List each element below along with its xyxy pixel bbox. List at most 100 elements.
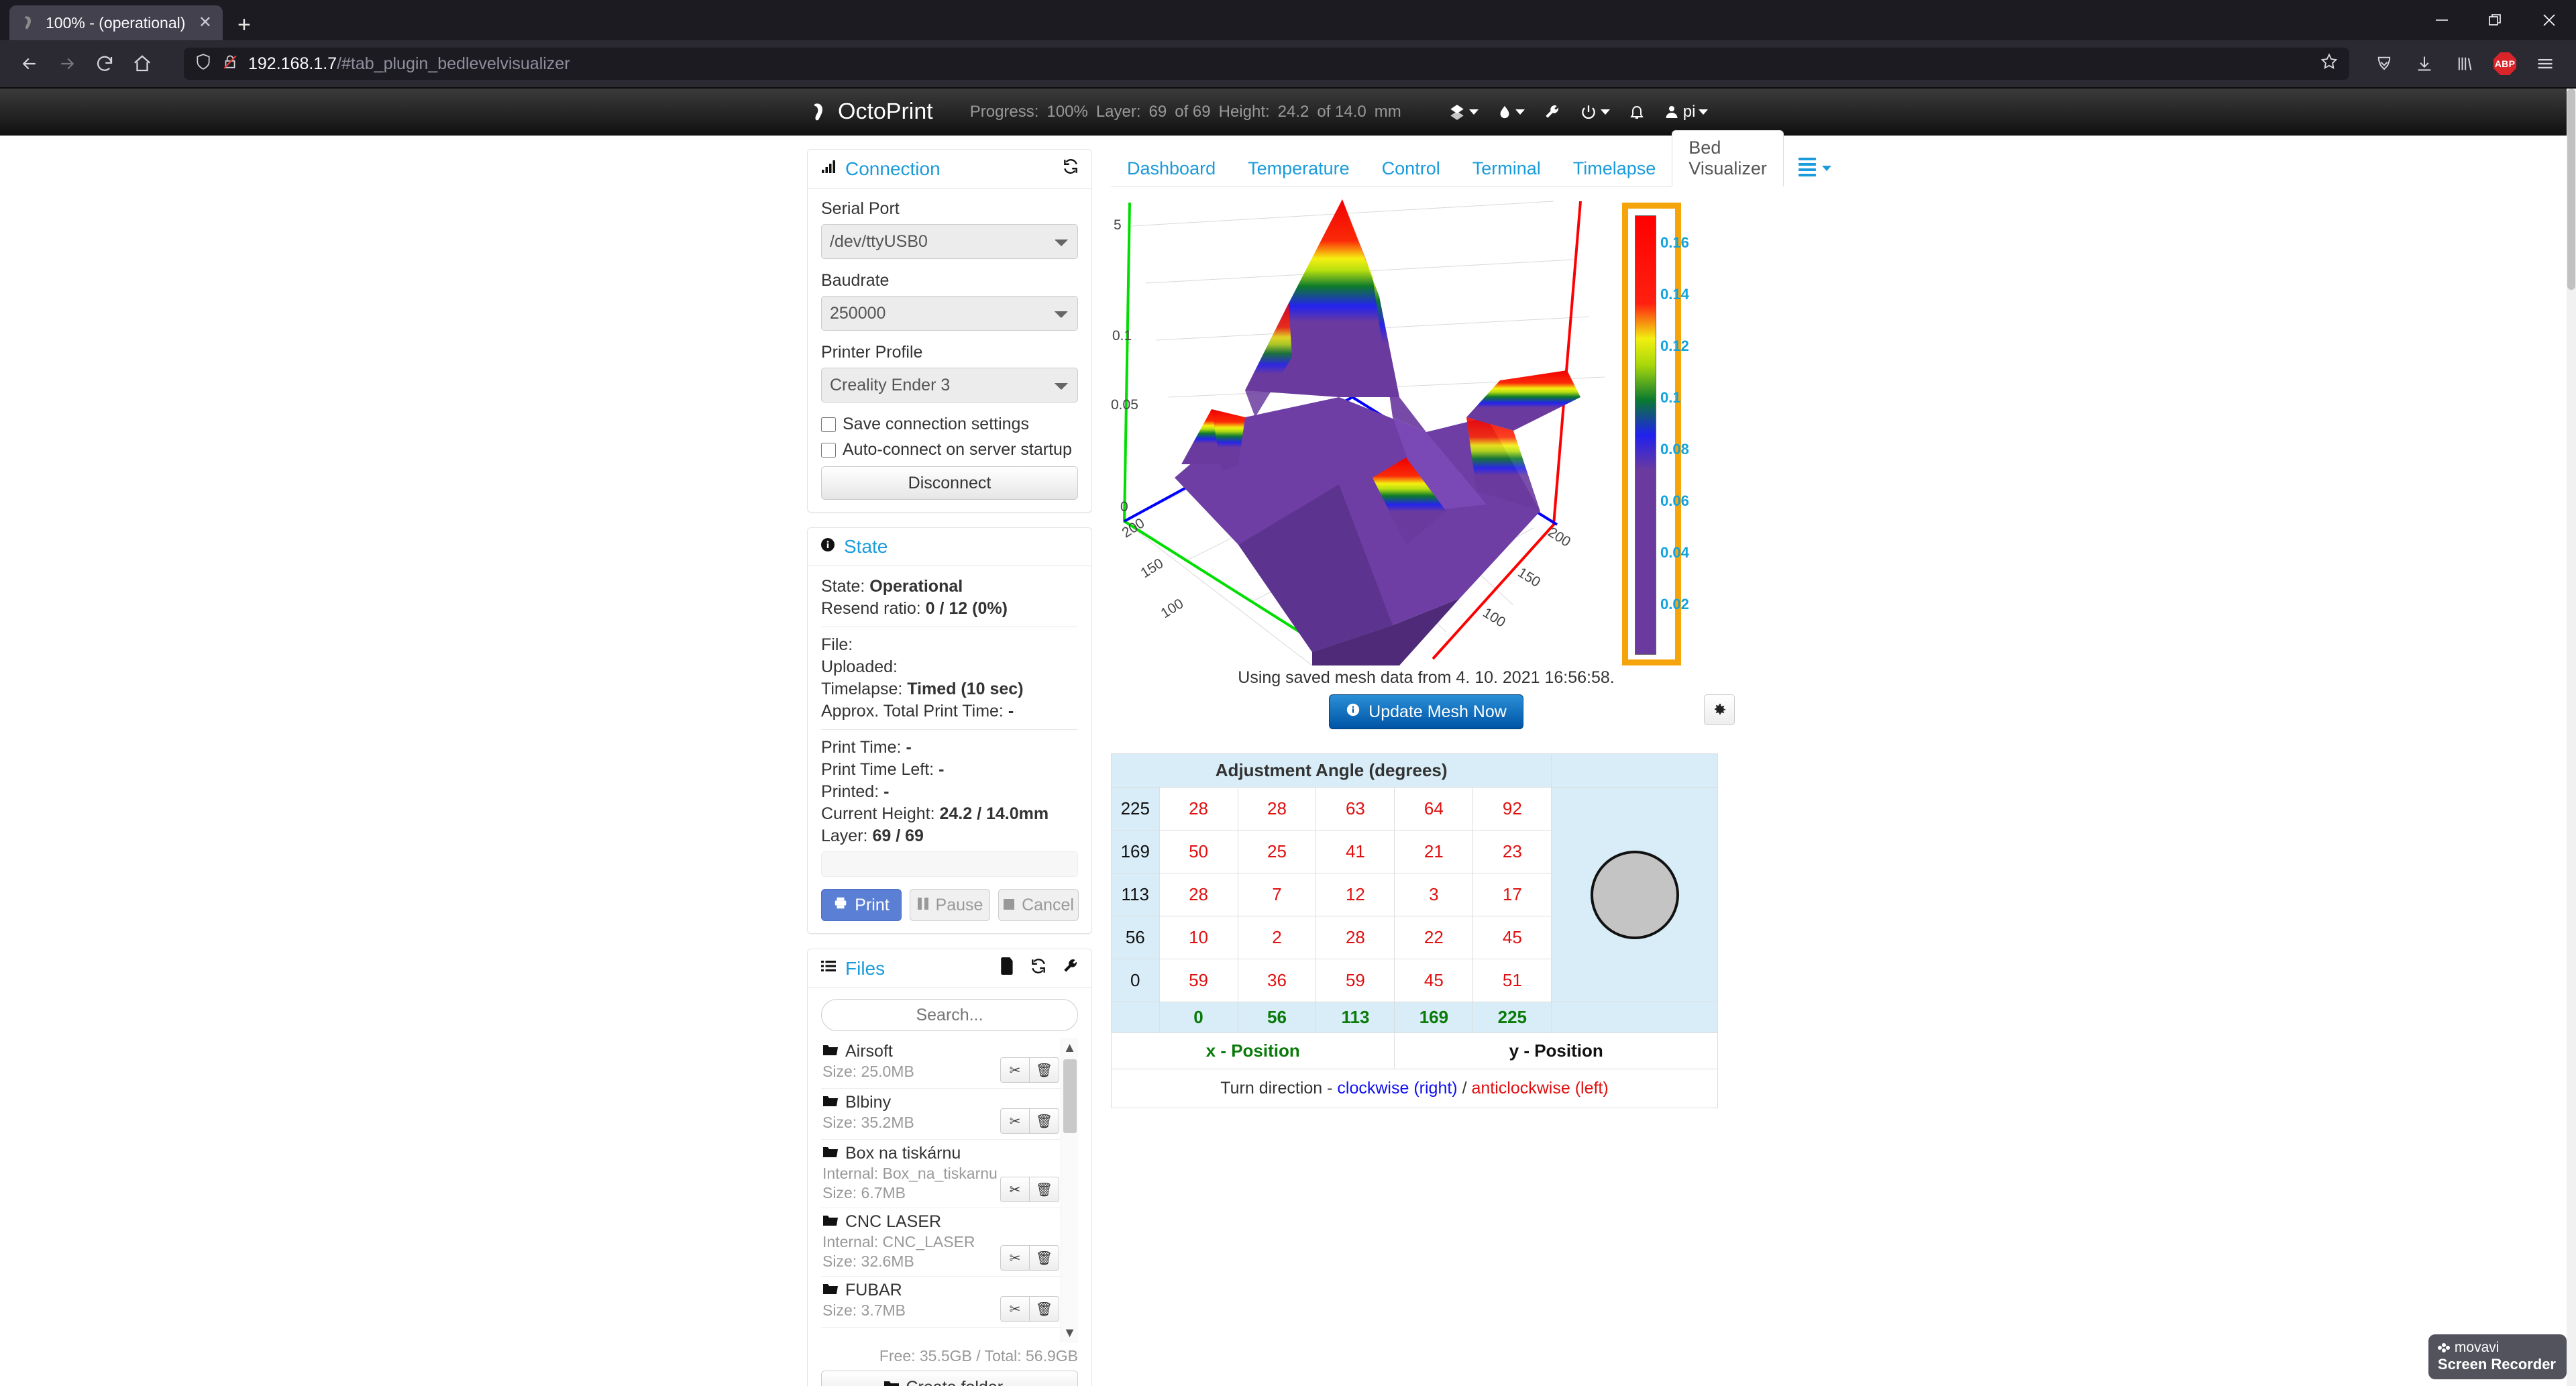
user-menu[interactable]: pi [1654,103,1718,121]
wrench-icon[interactable] [1062,957,1079,979]
downloads-icon[interactable] [2404,45,2445,83]
scissors-icon[interactable]: ✂ [1000,1245,1030,1271]
colorbar-tick-0.1: 0.1 [1660,388,1681,406]
trash-icon[interactable]: 🗑 [1030,1296,1059,1322]
print-button[interactable]: Print [821,889,902,921]
scroll-up-icon[interactable]: ▲ [1061,1038,1078,1058]
library-icon[interactable] [2445,45,2485,83]
window-minimize-icon[interactable] [2415,0,2469,40]
pause-button[interactable]: Pause [910,889,990,921]
address-bar[interactable]: 192.168.1.7/#tab_plugin_bedlevelvisualiz… [184,48,2349,80]
trash-icon[interactable]: 🗑 [1030,1245,1059,1271]
tab-dashboard[interactable]: Dashboard [1111,152,1232,186]
trash-icon[interactable]: 🗑 [1030,1057,1059,1083]
tab-close-icon[interactable]: ✕ [199,15,212,31]
print-time-value: - [906,738,912,757]
serial-port-select[interactable]: /dev/ttyUSB0 [821,224,1078,259]
page-scrollbar[interactable] [2567,89,2576,1386]
update-mesh-button[interactable]: Update Mesh Now [1329,694,1523,729]
adjustment-value: 22 [1394,916,1474,959]
octoprint-navbar: OctoPrint Progress: 100% Layer: 69 of 69… [0,89,2576,136]
turn-anticlockwise: anticlockwise (left) [1471,1079,1609,1098]
folder-icon [822,1144,839,1163]
tab-control[interactable]: Control [1366,152,1456,186]
file-name-row[interactable]: Box na tiskárnu [822,1144,1077,1163]
refresh-icon[interactable] [1030,957,1047,979]
tab-timelapse[interactable]: Timelapse [1557,152,1672,186]
power-icon[interactable] [1570,103,1619,121]
left-sidebar: Connection Serial Port /dev/ttyUSB0 Baud… [807,149,1092,1386]
printer-profile-select[interactable]: Creality Ender 3 [821,368,1078,403]
search-input[interactable] [821,999,1078,1031]
window-close-icon[interactable] [2522,0,2576,40]
home-icon[interactable] [123,45,161,83]
star-icon[interactable] [2320,52,2339,76]
tab-strip: 100% - (operational) ✕ + [0,0,2576,40]
x-tick-100: 100 [1158,596,1186,621]
printer-icon[interactable] [1439,103,1488,121]
lock-crossed-icon[interactable] [221,53,239,75]
file-list-item[interactable]: FUBAR Size: 3.7MB ✂ 🗑 [821,1277,1078,1328]
scissors-icon[interactable]: ✂ [1000,1177,1030,1202]
divider [821,729,1078,730]
save-connection-settings-checkbox[interactable] [821,417,836,432]
bed-mesh-plot[interactable]: 5 0.1 0.05 0 200 150 100 200 150 100 0.0… [1111,196,1741,665]
layer-value: 69 / 69 [872,827,924,845]
file-list-item[interactable]: CNC LASER Internal: CNC_LASER Size: 32.6MB… [821,1208,1078,1277]
pocket-icon[interactable] [2364,45,2404,83]
save-connection-settings-row[interactable]: Save connection settings [821,415,1078,434]
browser-navbar: 192.168.1.7/#tab_plugin_bedlevelvisualiz… [0,40,2576,87]
adjustment-value: 45 [1394,959,1474,1002]
layer-label: Layer: [1095,102,1141,121]
scissors-icon[interactable]: ✂ [1000,1057,1030,1083]
tab-overflow-menu[interactable] [1784,151,1846,186]
refresh-icon[interactable] [1062,158,1079,180]
page-scroll-thumb[interactable] [2567,89,2575,290]
reload-icon[interactable] [86,45,123,83]
disconnect-button[interactable]: Disconnect [821,466,1078,500]
gear-icon[interactable] [1704,694,1735,725]
turn-prefix: Turn direction - [1220,1079,1338,1098]
tab-terminal[interactable]: Terminal [1456,152,1557,186]
browser-tab[interactable]: 100% - (operational) ✕ [9,5,223,40]
sdcard-icon[interactable] [1000,957,1015,979]
window-restore-icon[interactable] [2469,0,2522,40]
state-header: State [808,528,1091,566]
file-list-item[interactable]: Blbiny Size: 35.2MB ✂ 🗑 [821,1089,1078,1140]
scroll-thumb[interactable] [1063,1059,1077,1133]
tab-temperature[interactable]: Temperature [1232,152,1366,186]
folder-icon [822,1093,839,1112]
new-tab-button[interactable]: + [237,13,251,36]
autoconnect-checkbox[interactable] [821,442,836,458]
table-title-row: Adjustment Angle (degrees) [1110,753,1718,788]
tab-bed-visualizer[interactable]: Bed Visualizer [1672,130,1784,186]
scroll-down-icon[interactable]: ▼ [1061,1323,1078,1343]
abp-icon[interactable]: ABP [2485,45,2525,83]
menu-icon[interactable] [2525,45,2565,83]
trash-icon[interactable]: 🗑 [1030,1177,1059,1202]
adjustment-value: 41 [1316,830,1395,873]
resend-row: Resend ratio: 0 / 12 (0%) [821,599,1078,619]
wrench-icon[interactable] [1534,103,1570,121]
create-folder-button[interactable]: Create folder... [821,1371,1078,1386]
back-arrow-icon[interactable] [11,45,48,83]
signal-bars-icon [820,158,837,179]
file-name-row[interactable]: CNC LASER [822,1212,1077,1232]
shield-icon[interactable] [195,53,212,75]
bell-icon[interactable] [1619,103,1654,121]
filament-icon[interactable] [1488,103,1534,121]
file-list[interactable]: Airsoft Size: 25.0MB ✂ 🗑 Blbiny Size: 35.2MB ✂… [821,1038,1078,1343]
file-list-item[interactable]: Box na tiskárnu Internal: Box_na_tiskarnu… [821,1140,1078,1208]
cancel-button[interactable]: Cancel [998,889,1079,921]
printed-row: Printed: - [821,782,1078,802]
octoprint-brand[interactable]: OctoPrint [808,99,933,125]
file-list-item[interactable]: Airsoft Size: 25.0MB ✂ 🗑 [821,1038,1078,1089]
trash-icon[interactable]: 🗑 [1030,1108,1059,1134]
file-list-scrollbar[interactable]: ▲ ▼ [1061,1038,1078,1343]
scissors-icon[interactable]: ✂ [1000,1108,1030,1134]
autoconnect-row[interactable]: Auto-connect on server startup [821,440,1078,460]
scissors-icon[interactable]: ✂ [1000,1296,1030,1322]
baudrate-select[interactable]: 250000 [821,296,1078,331]
bed-mesh-surface[interactable]: 5 0.1 0.05 0 200 150 100 200 150 100 [1111,196,1621,665]
forward-arrow-icon[interactable] [48,45,86,83]
